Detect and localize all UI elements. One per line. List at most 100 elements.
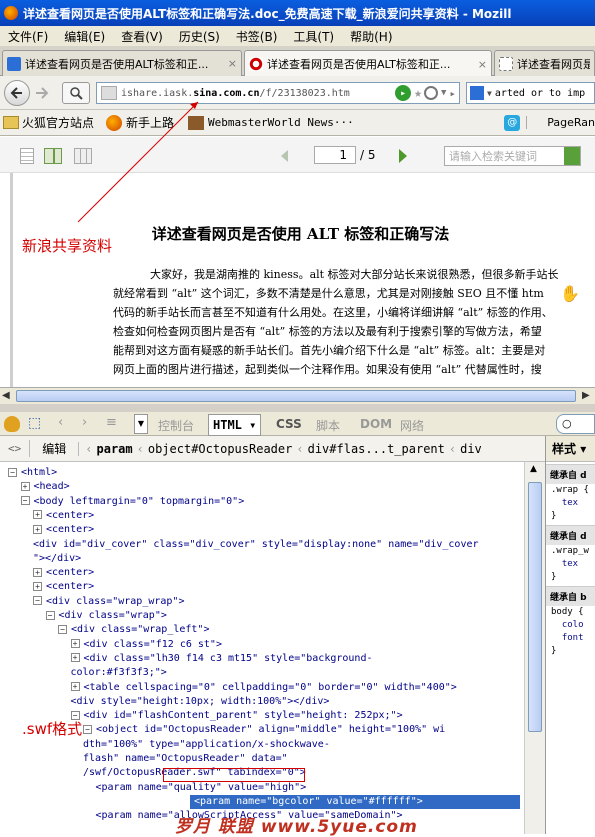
tree-row[interactable]: <param name="bgcolor" value="#ffffff"> — [190, 794, 520, 809]
feed-icon[interactable]: ▸ — [449, 87, 456, 100]
edit-button[interactable]: 编辑 — [29, 440, 78, 457]
tab-html[interactable]: HTML ▾ — [208, 414, 262, 436]
thumbnail-icon[interactable] — [74, 148, 92, 164]
search-bar[interactable]: ▼ arted or to imp — [466, 82, 595, 104]
tab-2-active[interactable]: 详述查看网页是否使用ALT标签和正... × — [244, 50, 492, 77]
crumb-div-flash[interactable]: div#flas...t_parent — [304, 442, 449, 456]
back-button[interactable] — [4, 80, 30, 106]
scroll-thumb[interactable] — [16, 390, 576, 402]
tab-net[interactable]: 网络 — [400, 417, 424, 434]
menu-view[interactable]: 查看(V) — [113, 28, 171, 45]
site-info-button[interactable] — [62, 82, 90, 104]
bookmark-firefox-site[interactable]: 火狐官方站点 — [22, 114, 94, 131]
next-icon[interactable]: › — [82, 415, 87, 430]
expand-toggle-icon[interactable]: + — [70, 639, 80, 649]
crumb-div[interactable]: div — [456, 442, 486, 456]
tree-row[interactable]: <param name="quality" value="high"> — [96, 781, 307, 795]
tree-row[interactable]: + <center> — [33, 509, 94, 523]
collapse-toggle-icon[interactable]: − — [83, 724, 92, 734]
dropdown-icon[interactable]: ▾ — [576, 442, 586, 456]
double-page-icon[interactable] — [44, 148, 62, 164]
expand-toggle-icon[interactable]: + — [33, 567, 42, 577]
go-icon[interactable]: ▸ — [395, 85, 412, 101]
tree-row[interactable]: "></div> — [33, 552, 81, 566]
menu-help[interactable]: 帮助(H) — [342, 28, 400, 45]
tree-row[interactable]: + <center> — [33, 580, 94, 594]
prev-page-button[interactable] — [280, 147, 298, 168]
tree-row[interactable]: + <div class="lh30 f14 c3 mt15" style="ba… — [70, 652, 372, 666]
expand-toggle-icon[interactable]: + — [33, 581, 42, 591]
tab-1[interactable]: 详述查看网页是否使用ALT标签和正... × — [2, 50, 242, 76]
close-icon[interactable]: × — [478, 58, 487, 71]
vscroll-thumb[interactable] — [528, 482, 542, 732]
tree-row[interactable]: − <div class="wrap_wrap"> — [33, 595, 184, 609]
page-number-input[interactable]: 1 — [314, 146, 356, 164]
expand-toggle-icon[interactable]: + — [33, 510, 42, 520]
tree-row[interactable]: + <center> — [33, 566, 94, 580]
tree-row[interactable]: − <div id="flashContent_parent" style="he… — [70, 709, 403, 723]
collapse-toggle-icon[interactable]: − — [33, 596, 42, 606]
scroll-right-icon[interactable]: ▶ — [582, 390, 590, 401]
collapse-toggle-icon[interactable]: − — [45, 610, 55, 620]
crumb-param[interactable]: param — [93, 442, 137, 456]
tree-row[interactable]: flash" name="OctopusReader" data=" — [83, 752, 288, 766]
expand-toggle-icon[interactable]: + — [70, 682, 80, 691]
collapse-toggle-icon[interactable]: − — [58, 624, 67, 634]
doc-search-button[interactable] — [564, 147, 580, 165]
tree-row[interactable]: + <head> — [20, 480, 70, 494]
tab-dom[interactable]: DOM — [360, 417, 392, 431]
menu-edit[interactable]: 编辑(E) — [56, 28, 113, 45]
tree-row[interactable]: − <body leftmargin="0" topmargin="0"> — [20, 495, 244, 509]
vertical-scrollbar[interactable]: ▲ — [524, 462, 545, 834]
doc-search-box[interactable]: 请输入检索关键词 — [444, 146, 581, 166]
tree-row[interactable]: − <div class="wrap_left"> — [58, 623, 209, 637]
collapse-icon[interactable]: <> — [8, 442, 21, 455]
url-bar[interactable]: ishare.iask. sina.com.cn/f/23138023.htm ▸… — [96, 82, 460, 104]
at-icon[interactable]: @ — [504, 114, 521, 131]
tab-console[interactable]: 控制台 — [158, 417, 194, 434]
menu-file[interactable]: 文件(F) — [0, 28, 56, 45]
menu-history[interactable]: 历史(S) — [171, 28, 228, 45]
style-tab[interactable]: 样式 ▾ — [546, 436, 595, 462]
tree-row[interactable]: + <table cellspacing="0" cellpadding="0" … — [70, 681, 457, 695]
tree-row[interactable]: color:#f3f3f3;"> — [71, 666, 167, 680]
scroll-left-icon[interactable]: ◀ — [2, 390, 10, 401]
tab-3[interactable]: 详述查看网页是否使用ALT标签和正... — [494, 50, 595, 76]
expand-toggle-icon[interactable]: + — [20, 481, 30, 491]
tab-css[interactable]: CSS — [276, 417, 302, 431]
collapse-toggle-icon[interactable]: − — [20, 496, 30, 506]
list-icon[interactable]: ≡ — [106, 415, 117, 430]
forward-button[interactable] — [34, 86, 52, 102]
firebug-icon[interactable] — [4, 416, 20, 432]
collapse-toggle-icon[interactable]: − — [8, 467, 17, 477]
tree-row[interactable]: − <html> — [8, 466, 57, 480]
next-page-button[interactable] — [388, 146, 408, 169]
horizontal-scrollbar[interactable]: ◀ ▶ — [0, 387, 595, 404]
tab-script[interactable]: 脚本 — [316, 417, 340, 434]
bookmark-webmasterworld[interactable]: WebmasterWorld News··· — [208, 116, 354, 129]
firebug-search[interactable]: ○ — [556, 414, 595, 434]
tree-row[interactable]: <div style="height:10px; width:100%"></d… — [71, 695, 330, 709]
tree-row[interactable]: dth="100%" type="application/x-shockwave… — [83, 738, 330, 752]
bookmark-pagerank[interactable]: PageRan — [526, 116, 595, 129]
tree-row[interactable]: − <object id="OctopusReader" align="middl… — [83, 723, 445, 737]
crumb-object[interactable]: object#OctopusReader — [144, 442, 297, 456]
inspect-icon[interactable]: ⬚ — [28, 415, 41, 431]
prev-icon[interactable]: ‹ — [58, 415, 63, 430]
expand-toggle-icon[interactable]: + — [33, 524, 42, 534]
tree-row[interactable]: + <div class="f12 c6 st"> — [70, 638, 222, 652]
close-icon[interactable]: × — [228, 57, 237, 70]
tree-row[interactable]: <div id="div_cover" class="div_cover" st… — [33, 538, 479, 552]
single-page-icon[interactable] — [20, 148, 34, 164]
menu-tools[interactable]: 工具(T) — [285, 28, 342, 45]
tree-row[interactable]: − <div class="wrap"> — [45, 609, 167, 623]
dropdown-icon[interactable]: ▼ — [134, 414, 148, 434]
bookmark-getting-started[interactable]: 新手上路 — [126, 114, 174, 131]
bookmark-star-icon[interactable]: ★ — [414, 86, 422, 101]
scroll-up-icon[interactable]: ▲ — [530, 464, 537, 474]
expand-toggle-icon[interactable]: + — [70, 653, 80, 663]
reload-icon[interactable] — [423, 86, 438, 100]
menu-bookmarks[interactable]: 书签(B) — [228, 28, 286, 45]
tree-row[interactable]: + <center> — [33, 523, 94, 537]
dropdown-icon[interactable]: ▼ — [441, 88, 446, 98]
